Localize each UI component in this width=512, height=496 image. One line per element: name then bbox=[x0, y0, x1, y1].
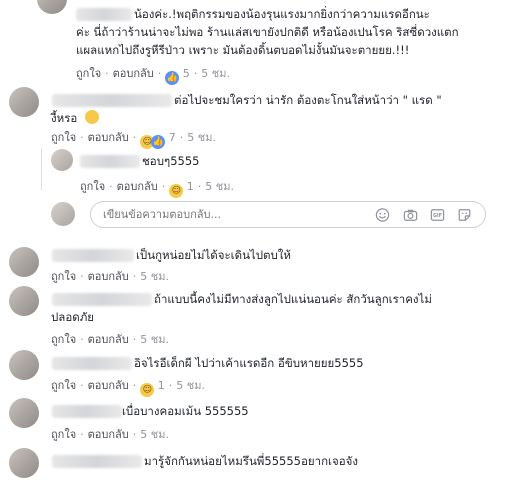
camera-icon[interactable] bbox=[403, 208, 418, 222]
commenter-name[interactable] bbox=[80, 155, 140, 168]
commenter-name[interactable] bbox=[52, 94, 172, 107]
reply-link[interactable]: ตอบกลับ bbox=[117, 180, 158, 193]
reply-link[interactable]: ตอบกลับ bbox=[88, 270, 129, 283]
current-user-avatar bbox=[51, 202, 75, 226]
reaction-count[interactable]: 7 bbox=[169, 131, 176, 144]
timestamp[interactable]: 5 ชม. bbox=[205, 180, 234, 193]
comment-actions: ถูกใจ · ตอบกลับ · 5 ชม. bbox=[51, 270, 169, 283]
comment-actions: ถูกใจ · ตอบกลับ · ☺ 1 · 5 ชม. bbox=[51, 379, 205, 397]
comment-item: ถ้าแบบนี้คงไม่มีทางส่งลูกไปแน่นอนค่ะ สัก… bbox=[0, 284, 512, 346]
reaction-count[interactable]: 1 bbox=[187, 180, 194, 193]
commenter-name[interactable] bbox=[52, 249, 134, 262]
comment-text-line: แผลแหกไปถึงรูหีรีป่าว เพราะ มันต้องดิ้นต… bbox=[76, 43, 410, 57]
timestamp[interactable]: 5 ชม. bbox=[140, 270, 169, 283]
avatar[interactable] bbox=[9, 286, 39, 316]
avatar[interactable] bbox=[9, 247, 39, 277]
comment-actions: ถูกใจ · ตอบกลับ · 5 ชม. bbox=[51, 428, 169, 441]
comment-actions: ถูกใจ · ตอบกลับ · ☺ 1 · 5 ชม. bbox=[80, 180, 234, 198]
comment-text: งี้หรอ bbox=[51, 111, 78, 125]
gif-icon[interactable]: GIF bbox=[430, 208, 445, 222]
reply-item: ชอบๆ5555 ถูกใจ · ตอบกลับ · ☺ 1 · 5 ชม. bbox=[0, 145, 512, 198]
like-link[interactable]: ถูกใจ bbox=[76, 67, 101, 80]
comment-item: เป็นกูหน่อยไม่ได้จะเดินไปตบให้ ถูกใจ · ตอบ… bbox=[0, 240, 512, 283]
avatar[interactable] bbox=[51, 149, 73, 171]
laughing-face-icon[interactable]: ☺ bbox=[140, 383, 155, 397]
timestamp[interactable]: 5 ชม. bbox=[176, 379, 205, 392]
comment-text-line: ต่อไปจะชมใครว่า น่ารัก ต้องตะโกนใส่หน้าว… bbox=[174, 93, 442, 107]
comment-text-line: เบื่อบางคอมเม้น 555555 bbox=[122, 404, 249, 418]
avatar[interactable] bbox=[37, 0, 67, 14]
rolling-eyes-emoji bbox=[84, 110, 99, 124]
like-link[interactable]: ถูกใจ bbox=[80, 180, 105, 193]
avatar[interactable] bbox=[9, 350, 39, 380]
comment-text-line: เป็นกูหน่อยไม่ได้จะเดินไปตบให้ bbox=[136, 248, 291, 262]
like-link[interactable]: ถูกใจ bbox=[51, 270, 76, 283]
commenter-name[interactable] bbox=[52, 405, 122, 418]
reply-input[interactable] bbox=[101, 207, 355, 222]
commenter-name[interactable] bbox=[52, 455, 142, 468]
comment-text-line: งี้หรอ bbox=[51, 109, 99, 127]
commenter-name[interactable] bbox=[76, 8, 132, 21]
avatar[interactable] bbox=[9, 398, 39, 428]
like-link[interactable]: ถูกใจ bbox=[51, 379, 76, 392]
comment-item: อิจไรอีเด็กผี ไปว่าเค้าแรดอีก อีขิบหายยย… bbox=[0, 348, 512, 397]
reply-link[interactable]: ตอบกลับ bbox=[88, 333, 129, 346]
laughing-face-icon[interactable]: ☺ bbox=[169, 184, 184, 198]
reply-link[interactable]: ตอบกลับ bbox=[88, 428, 129, 441]
comment-item: มารู้จักกันหน่อยไหมรึนพี่55555อยากเจอจัง bbox=[0, 446, 512, 496]
comment-item: เบื่อบางคอมเม้น 555555 ถูกใจ · ตอบกลับ · 5 ช… bbox=[0, 396, 512, 441]
reply-link[interactable]: ตอบกลับ bbox=[113, 67, 154, 80]
comment-text-line: ค่ะ นี่ถ้าว่าร้านน่าจะไม่พอ ร้านแล่สเขาย… bbox=[76, 25, 459, 39]
comment-text-line: มารู้จักกันหน่อยไหมรึนพี่55555อยากเจอจัง bbox=[144, 454, 358, 468]
reply-input-box[interactable]: GIF bbox=[90, 201, 486, 228]
comment-actions: ถูกใจ · ตอบกลับ · 5 ชม. bbox=[51, 333, 169, 346]
comment-item: น้องค่ะ.!พฤติกรรมของน้องรุนแรงมากยิ่งกว่… bbox=[0, 0, 512, 85]
comment-text-line: ถ้าแบบนี้คงไม่มีทางส่งลูกไปแน่นอนค่ะ สัก… bbox=[154, 292, 432, 306]
commenter-name[interactable] bbox=[52, 293, 152, 306]
comment-text-line: ปลอดภัย bbox=[51, 310, 95, 324]
comment-actions: ถูกใจ · ตอบกลับ · 👍 5 · 5 ชม. bbox=[76, 67, 230, 85]
timestamp[interactable]: 5 ชม. bbox=[201, 67, 230, 80]
commenter-name[interactable] bbox=[52, 357, 132, 370]
thumbs-up-icon[interactable]: 👍 bbox=[165, 71, 180, 85]
reaction-count[interactable]: 5 bbox=[183, 67, 190, 80]
avatar[interactable] bbox=[9, 87, 39, 117]
like-link[interactable]: ถูกใจ bbox=[51, 131, 76, 144]
comment-text-line: อิจไรอีเด็กผี ไปว่าเค้าแรดอีก อีขิบหายยย… bbox=[134, 356, 364, 370]
timestamp[interactable]: 5 ชม. bbox=[140, 428, 169, 441]
sticker-icon[interactable] bbox=[457, 208, 472, 222]
reply-link[interactable]: ตอบกลับ bbox=[88, 379, 129, 392]
smiley-icon[interactable] bbox=[375, 208, 390, 222]
timestamp[interactable]: 5 ชม. bbox=[187, 131, 216, 144]
avatar[interactable] bbox=[9, 448, 39, 478]
reply-link[interactable]: ตอบกลับ bbox=[88, 131, 129, 144]
like-link[interactable]: ถูกใจ bbox=[51, 333, 76, 346]
comment-text-line: น้องค่ะ.!พฤติกรรมของน้องรุนแรงมากยิ่งกว่… bbox=[134, 7, 430, 21]
timestamp[interactable]: 5 ชม. bbox=[140, 333, 169, 346]
comment-item: ต่อไปจะชมใครว่า น่ารัก ต้องตะโกนใส่หน้าว… bbox=[0, 85, 512, 149]
like-link[interactable]: ถูกใจ bbox=[51, 428, 76, 441]
svg-text:GIF: GIF bbox=[433, 213, 442, 219]
reaction-count[interactable]: 1 bbox=[158, 379, 165, 392]
comment-text-line: ชอบๆ5555 bbox=[142, 154, 200, 168]
